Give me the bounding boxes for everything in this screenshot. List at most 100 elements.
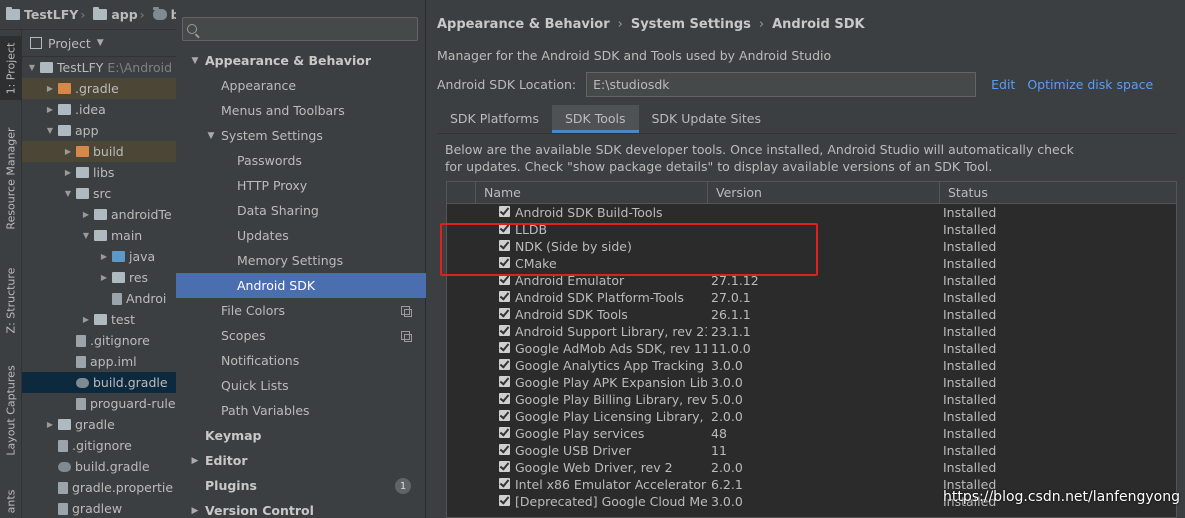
settings-nav-item[interactable]: Notifications — [176, 348, 426, 373]
settings-nav-item[interactable]: Passwords — [176, 148, 426, 173]
checkbox-checked[interactable] — [499, 427, 510, 438]
tool-tab-ants[interactable]: ants — [0, 484, 22, 518]
table-row[interactable]: Android SDK Build-Tools Installed — [447, 204, 1176, 221]
tree-item[interactable]: ▼ src — [22, 183, 176, 204]
table-header-version[interactable]: Version — [708, 182, 940, 204]
tree-item[interactable]: ▶ java — [22, 246, 176, 267]
tool-tab-structure[interactable]: Z: Structure — [0, 260, 22, 340]
table-row[interactable]: Android SDK Platform-Tools 27.0.1 Installe… — [447, 289, 1176, 306]
tree-item[interactable]: .gitignore — [22, 435, 176, 456]
table-row[interactable]: Android Support Library, rev 23.1 23.1.1 I… — [447, 323, 1176, 340]
checkbox-checked[interactable] — [499, 495, 510, 506]
tree-item[interactable]: ▼ main — [22, 225, 176, 246]
checkbox-checked[interactable] — [499, 410, 510, 421]
edit-link[interactable]: Edit — [991, 77, 1015, 92]
checkbox-checked[interactable] — [499, 223, 510, 234]
expanded-arrow-icon[interactable]: ▼ — [26, 63, 38, 72]
table-row[interactable]: Google AdMob Ads SDK, rev 11 11.0.0 Instal… — [447, 340, 1176, 357]
tree-item[interactable]: build.gradle — [22, 372, 176, 393]
breadcrumb-item[interactable]: bui — [152, 7, 176, 22]
expanded-arrow-icon[interactable]: ▼ — [80, 231, 92, 240]
settings-nav-item[interactable]: Quick Lists — [176, 373, 426, 398]
tool-tab-resource-manager[interactable]: Resource Manager — [0, 122, 22, 234]
tree-item[interactable]: ▶ build — [22, 141, 176, 162]
settings-nav-item[interactable]: Scopes — [176, 323, 426, 348]
optimize-disk-space-link[interactable]: Optimize disk space — [1027, 77, 1153, 92]
tree-item[interactable]: ▶ androidTe — [22, 204, 176, 225]
settings-nav-item[interactable]: ▼ Appearance & Behavior — [176, 48, 426, 73]
tree-item[interactable]: gradle.propertie — [22, 477, 176, 498]
settings-nav-item[interactable]: Data Sharing — [176, 198, 426, 223]
tree-item[interactable]: ▶ libs — [22, 162, 176, 183]
table-row[interactable]: Android Emulator 27.1.12 Installed — [447, 272, 1176, 289]
collapsed-arrow-icon[interactable]: ▶ — [44, 105, 56, 114]
settings-nav-item[interactable]: ▼ System Settings — [176, 123, 426, 148]
settings-nav-item[interactable]: Menus and Toolbars — [176, 98, 426, 123]
table-row[interactable]: Google Play Billing Library, rev 5 5.0.0 I… — [447, 391, 1176, 408]
collapsed-arrow-icon[interactable]: ▶ — [188, 456, 202, 466]
table-header-status[interactable]: Status — [940, 182, 1176, 204]
collapsed-arrow-icon[interactable]: ▶ — [44, 420, 56, 429]
checkbox-checked[interactable] — [499, 274, 510, 285]
table-row[interactable]: Google Analytics App Tracking SD 3.0.0 Ins… — [447, 357, 1176, 374]
settings-nav-item[interactable]: Android SDK — [176, 273, 426, 298]
collapsed-arrow-icon[interactable]: ▶ — [80, 315, 92, 324]
settings-nav-item[interactable]: ▶ Version Control — [176, 498, 426, 518]
tree-item[interactable]: proguard-rule — [22, 393, 176, 414]
table-row[interactable]: Google Play APK Expansion Libra 3.0.0 Inst… — [447, 374, 1176, 391]
tab-sdk-platforms[interactable]: SDK Platforms — [437, 105, 552, 133]
checkbox-checked[interactable] — [499, 376, 510, 387]
collapsed-arrow-icon[interactable]: ▶ — [62, 147, 74, 156]
tree-item[interactable]: ▶ test — [22, 309, 176, 330]
expanded-arrow-icon[interactable]: ▼ — [44, 126, 56, 135]
settings-nav-item[interactable]: Keymap — [176, 423, 426, 448]
expanded-arrow-icon[interactable]: ▼ — [204, 131, 218, 141]
collapsed-arrow-icon[interactable]: ▶ — [188, 506, 202, 516]
table-row[interactable]: Google Web Driver, rev 2 2.0.0 Installed — [447, 459, 1176, 476]
tree-item[interactable]: build.gradle — [22, 456, 176, 477]
checkbox-checked[interactable] — [499, 393, 510, 404]
checkbox-checked[interactable] — [499, 257, 510, 268]
checkbox-checked[interactable] — [499, 342, 510, 353]
collapsed-arrow-icon[interactable]: ▶ — [80, 210, 92, 219]
table-header-checkbox-col[interactable] — [447, 182, 476, 204]
breadcrumb-item[interactable]: TestLFY › — [6, 7, 89, 22]
tree-item[interactable]: ▶ gradle — [22, 414, 176, 435]
tool-tab-layout-captures[interactable]: Layout Captures — [0, 360, 22, 460]
checkbox-checked[interactable] — [499, 478, 510, 489]
table-row[interactable]: NDK (Side by side) Installed — [447, 238, 1176, 255]
settings-nav-item[interactable]: Appearance — [176, 73, 426, 98]
settings-nav-item[interactable]: ▶ Editor — [176, 448, 426, 473]
settings-search-input[interactable] — [201, 22, 401, 36]
checkbox-checked[interactable] — [499, 461, 510, 472]
settings-nav-item[interactable]: Updates — [176, 223, 426, 248]
tree-item[interactable]: ▼ TestLFY E:\Android — [22, 57, 176, 78]
collapsed-arrow-icon[interactable]: ▶ — [62, 168, 74, 177]
checkbox-checked[interactable] — [499, 240, 510, 251]
table-header-name[interactable]: Name — [476, 182, 708, 204]
table-row[interactable]: Google USB Driver 11 Installed — [447, 442, 1176, 459]
table-row[interactable]: Google Play Licensing Library, rev 2.0.0 I… — [447, 408, 1176, 425]
tree-item[interactable]: ▶ .gradle — [22, 78, 176, 99]
settings-nav-item[interactable]: HTTP Proxy — [176, 173, 426, 198]
table-row[interactable]: LLDB Installed — [447, 221, 1176, 238]
tab-sdk-update-sites[interactable]: SDK Update Sites — [639, 105, 775, 133]
tree-item[interactable]: Androi — [22, 288, 176, 309]
sdk-location-field[interactable] — [586, 72, 977, 97]
collapsed-arrow-icon[interactable]: ▶ — [98, 273, 110, 282]
settings-nav-item[interactable]: Path Variables — [176, 398, 426, 423]
breadcrumb-item[interactable]: app › — [93, 7, 148, 22]
collapsed-arrow-icon[interactable]: ▶ — [98, 252, 110, 261]
table-row[interactable]: Android SDK Tools 26.1.1 Installed — [447, 306, 1176, 323]
table-row[interactable]: Google Play services 48 Installed — [447, 425, 1176, 442]
checkbox-checked[interactable] — [499, 291, 510, 302]
tree-item[interactable]: ▶ .idea — [22, 99, 176, 120]
project-view-selector[interactable]: Project ▼ — [22, 30, 176, 57]
settings-nav-item[interactable]: File Colors — [176, 298, 426, 323]
checkbox-checked[interactable] — [499, 206, 510, 217]
expanded-arrow-icon[interactable]: ▼ — [62, 189, 74, 198]
tree-item[interactable]: ▼ app — [22, 120, 176, 141]
checkbox-checked[interactable] — [499, 359, 510, 370]
collapsed-arrow-icon[interactable]: ▶ — [44, 84, 56, 93]
tree-item[interactable]: ▶ res — [22, 267, 176, 288]
